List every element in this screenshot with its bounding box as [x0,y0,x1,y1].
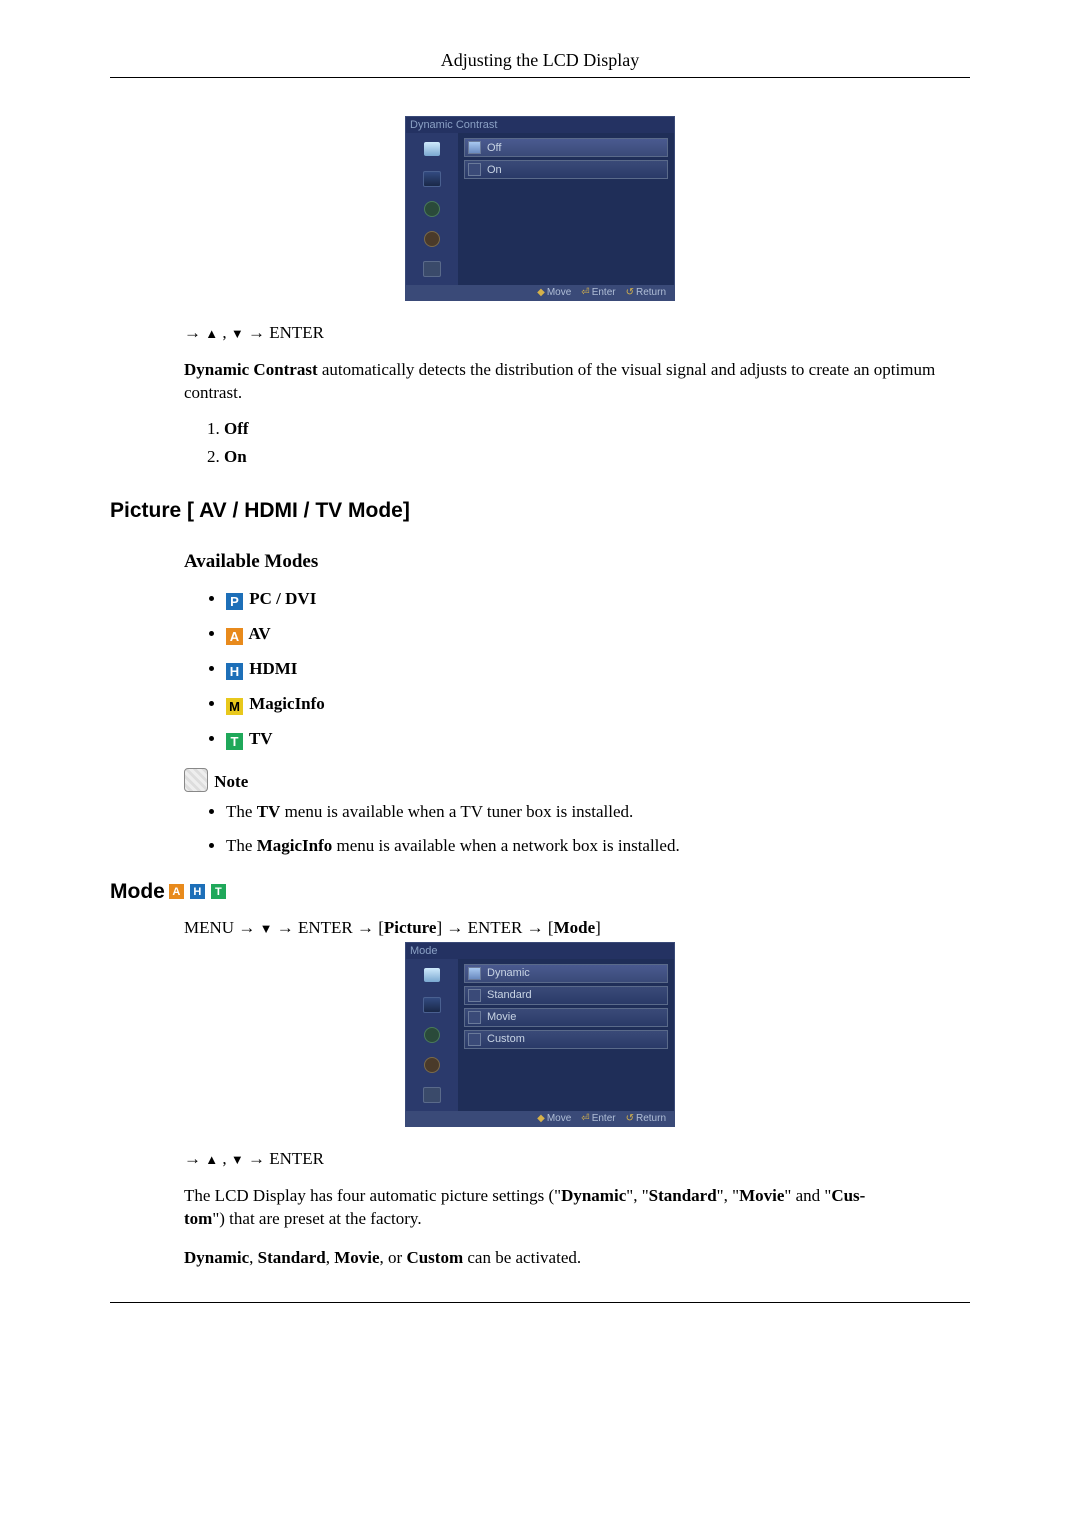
osd-option-label: On [487,164,502,176]
dc-options-list: Off On [184,419,970,467]
mode-activation-line: Dynamic, Standard, Movie, or Custom can … [184,1247,970,1270]
page-header: Adjusting the LCD Display [110,50,970,78]
move-icon: ◆ [537,1113,545,1124]
osd-option-standard[interactable]: Standard [464,986,668,1005]
heading-available-modes: Available Modes [184,551,970,573]
check-icon [468,163,481,176]
move-icon: ◆ [537,287,545,298]
check-icon [468,1011,481,1024]
nav-sequence: → ▲ , ▼ → ENTER [184,1149,970,1169]
list-item-on: On [224,447,247,466]
footer-enter: Enter [592,1113,616,1124]
m-icon: M [226,698,243,715]
osd-footer: ◆Move ⏎Enter ↺Return [406,1111,674,1126]
mode-item-hdmi: H HDMI [226,659,970,680]
osd-option-label: Dynamic [487,967,530,979]
notes-list: The TV menu is available when a TV tuner… [184,802,970,856]
osd-side-icon [408,195,456,223]
a-icon: A [226,628,243,645]
osd-side-icon [408,225,456,253]
enter-icon: ⏎ [581,287,589,298]
osd-option-label: Custom [487,1033,525,1045]
check-icon [468,1033,481,1046]
osd-side-icon [408,961,456,989]
check-icon [468,989,481,1002]
footer-enter: Enter [592,287,616,298]
osd-title: Dynamic Contrast [406,117,674,133]
up-icon: ▲ [205,326,218,341]
footer-move: Move [547,287,571,298]
note-icon [184,768,208,792]
osd-side-icon [408,135,456,163]
osd-side-icon [408,1051,456,1079]
note-tv: The TV menu is available when a TV tuner… [226,802,970,822]
osd-side-icon [408,255,456,283]
down-icon: ▼ [260,921,273,936]
t-icon: T [211,884,226,899]
osd-option-movie[interactable]: Movie [464,1008,668,1027]
mode-item-magicinfo: M MagicInfo [226,694,970,715]
osd-sidebar [406,959,458,1111]
menu-path: MENU → ▼ → ENTER → [Picture] → ENTER → [… [184,918,970,938]
osd-side-icon [408,991,456,1019]
up-icon: ▲ [205,1152,218,1167]
osd-sidebar [406,133,458,285]
osd-footer: ◆Move ⏎Enter ↺Return [406,285,674,300]
osd-option-label: Off [487,142,501,154]
h-icon: H [226,663,243,680]
osd-option-label: Standard [487,989,532,1001]
check-icon [468,141,481,154]
footer-rule [110,1302,970,1303]
p-icon: P [226,593,243,610]
dynamic-contrast-description: Dynamic Contrast automatically detects t… [184,359,970,405]
check-icon [468,967,481,980]
return-icon: ↺ [626,1113,634,1124]
osd-title: Mode [406,943,674,959]
osd-side-icon [408,165,456,193]
osd-option-off[interactable]: Off [464,138,668,157]
osd-option-custom[interactable]: Custom [464,1030,668,1049]
mode-item-tv: T TV [226,729,970,750]
nav-sequence: → ▲ , ▼ → ENTER [184,323,970,343]
heading-mode: Mode A H T [110,880,970,904]
note-magicinfo: The MagicInfo menu is available when a n… [226,836,970,856]
osd-mode: Mode Dynamic Standard [405,942,675,1127]
available-modes-list: P PC / DVI A AV H HDMI M MagicInfo T TV [184,589,970,750]
footer-move: Move [547,1113,571,1124]
t-icon: T [226,733,243,750]
h-icon: H [190,884,205,899]
osd-side-icon [408,1081,456,1109]
osd-option-on[interactable]: On [464,160,668,179]
mode-item-av: A AV [226,624,970,645]
footer-return: Return [636,1113,666,1124]
mode-item-pc: P PC / DVI [226,589,970,610]
osd-option-dynamic[interactable]: Dynamic [464,964,668,983]
return-icon: ↺ [626,287,634,298]
heading-picture: Picture [ AV / HDMI / TV Mode] [110,499,970,523]
enter-icon: ⏎ [581,1113,589,1124]
down-icon: ▼ [231,326,244,341]
osd-option-label: Movie [487,1011,516,1023]
a-icon: A [169,884,184,899]
note-heading: Note [184,768,970,792]
down-icon: ▼ [231,1152,244,1167]
osd-dynamic-contrast: Dynamic Contrast Off On ◆Mov [405,116,675,301]
osd-side-icon [408,1021,456,1049]
footer-return: Return [636,287,666,298]
list-item-off: Off [224,419,249,438]
mode-description: The LCD Display has four automatic pictu… [184,1185,970,1231]
